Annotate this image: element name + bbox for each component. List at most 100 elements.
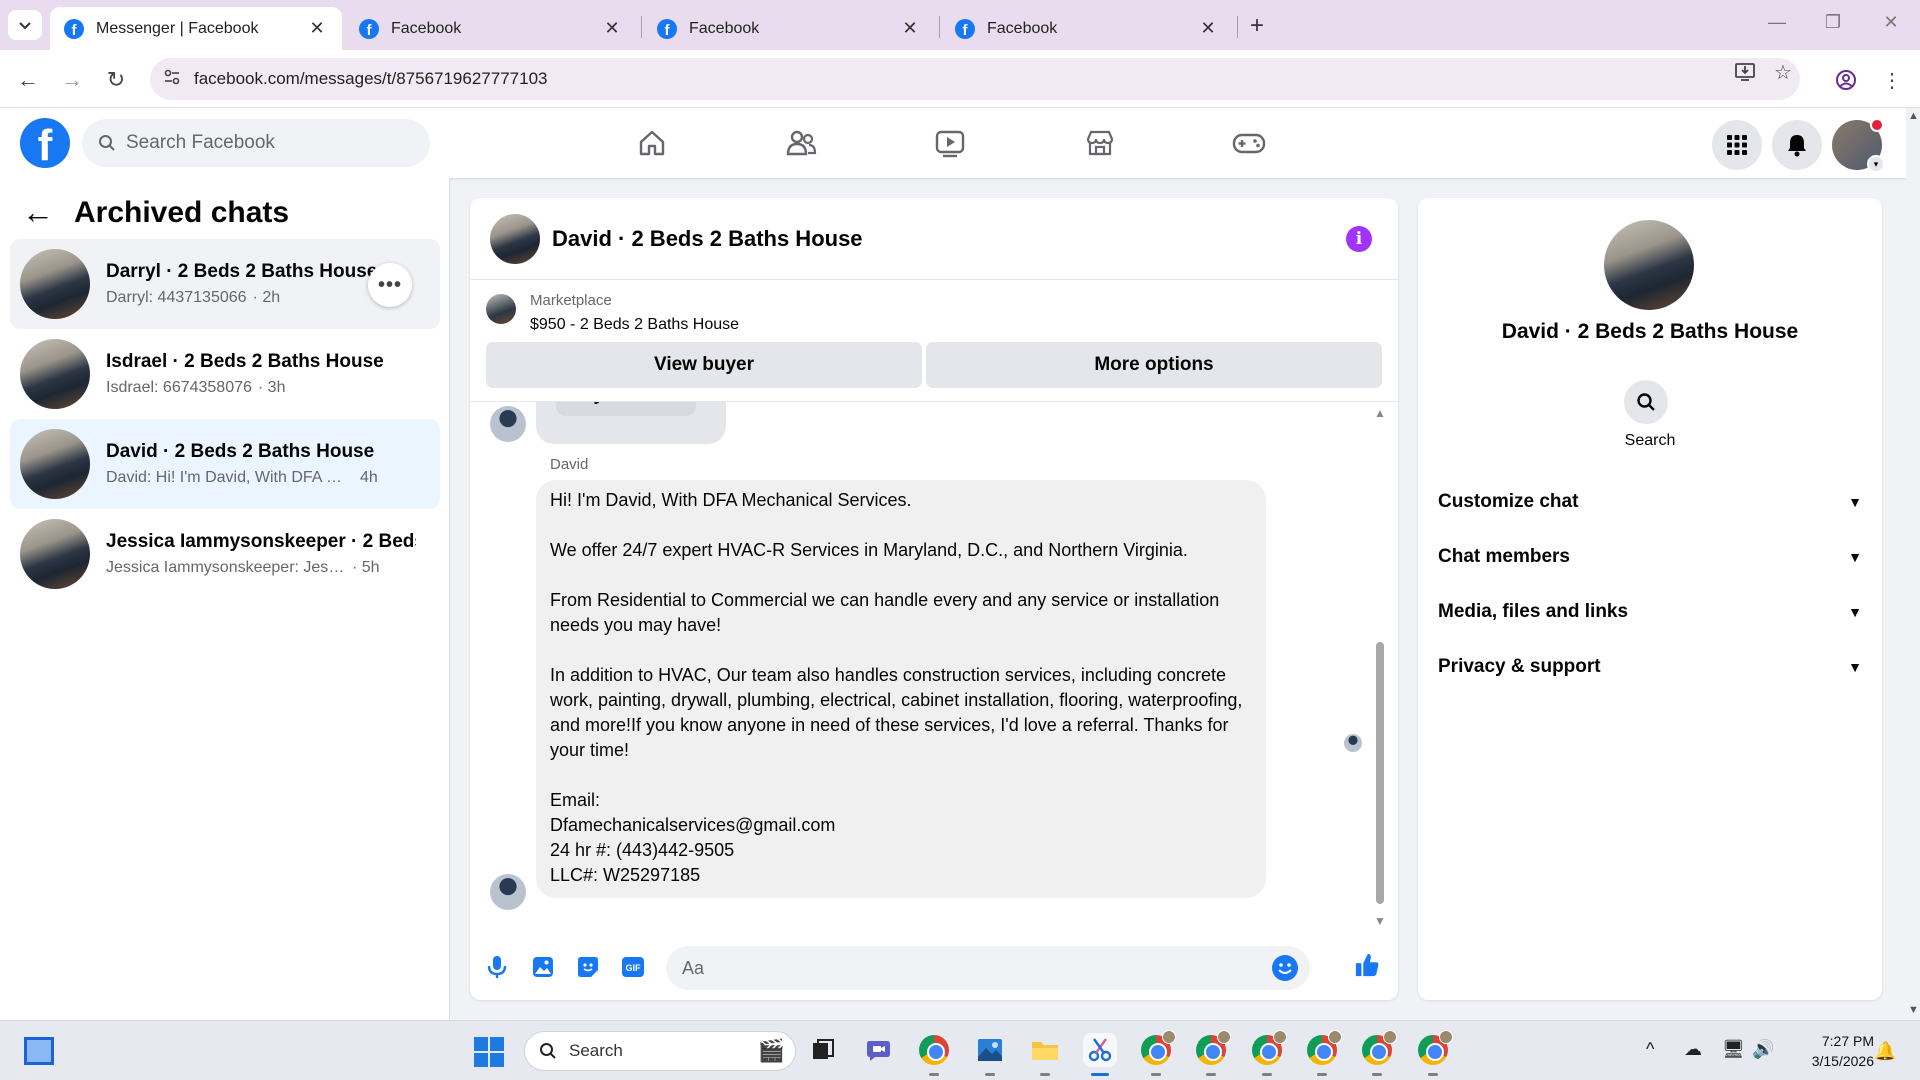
system-clock[interactable]: 7:27 PM 3/15/2026 <box>1784 1031 1874 1071</box>
volume-icon[interactable]: 🔊 <box>1752 1039 1774 1060</box>
friends-icon[interactable] <box>777 122 825 164</box>
privacy-support-section[interactable]: Privacy & support ▼ <box>1438 647 1862 687</box>
message-input[interactable]: Aa <box>666 946 1310 990</box>
start-windows-icon[interactable] <box>474 1037 504 1067</box>
conversation-avatar[interactable] <box>490 213 540 264</box>
taskbar-search-box[interactable]: Search 🎬 <box>524 1031 796 1071</box>
tab-facebook-3[interactable]: f Facebook ✕ <box>941 7 1233 50</box>
snipping-tool-icon[interactable] <box>1083 1033 1117 1076</box>
facebook-favicon-icon: f <box>359 18 379 39</box>
chrome-profile-1-icon[interactable] <box>1139 1030 1176 1076</box>
file-explorer-icon[interactable] <box>1028 1033 1062 1076</box>
chrome-profile-2-icon[interactable] <box>1194 1030 1231 1076</box>
message-scrollbar[interactable]: ▲ ▼ <box>1374 406 1386 930</box>
search-in-conversation-button[interactable] <box>1624 380 1668 424</box>
seen-indicator-avatar <box>1344 734 1362 752</box>
sticker-icon[interactable] <box>575 954 601 980</box>
video-icon[interactable] <box>926 122 974 164</box>
photos-app-icon[interactable] <box>973 1033 1007 1076</box>
home-icon[interactable] <box>628 122 676 164</box>
chat-preview: Jessica Iammysonskeeper: Jessica Ma... <box>106 559 346 576</box>
scroll-up-icon[interactable]: ▲ <box>1374 406 1386 420</box>
tab-search-button[interactable] <box>8 10 42 40</box>
chat-item-jessica[interactable]: Jessica Iammysonskeeper · 2 Beds ... Jes… <box>10 509 440 599</box>
bookmark-star-icon[interactable]: ☆ <box>1774 60 1792 85</box>
photo-icon[interactable] <box>530 954 556 980</box>
install-app-icon[interactable] <box>1734 60 1756 88</box>
marketplace-bar: Marketplace $950 - 2 Beds 2 Baths House … <box>470 280 1398 402</box>
scroll-down-icon[interactable]: ▼ <box>1374 914 1386 928</box>
facebook-search-input[interactable]: Search Facebook <box>82 119 430 167</box>
chrome-profile-5-icon[interactable] <box>1360 1030 1397 1076</box>
scroll-down-icon[interactable]: ▼ <box>1908 1004 1919 1016</box>
chat-item-darryl[interactable]: Darryl · 2 Beds 2 Baths House Darryl: 44… <box>10 239 440 329</box>
more-options-button[interactable]: More options <box>926 342 1382 388</box>
emoji-icon[interactable] <box>1272 955 1298 981</box>
page-scrollbar[interactable]: ▲ ▼ <box>1906 108 1920 1020</box>
contact-avatar[interactable] <box>1604 220 1694 310</box>
notifications-bell-icon[interactable] <box>1772 120 1822 170</box>
widgets-icon[interactable] <box>24 1037 54 1065</box>
back-arrow-icon[interactable]: ← <box>22 194 54 231</box>
view-buyer-button[interactable]: View buyer <box>486 342 922 388</box>
close-tab-icon[interactable]: ✕ <box>601 18 623 39</box>
chat-members-section[interactable]: Chat members ▼ <box>1438 537 1862 577</box>
gaming-icon[interactable] <box>1225 122 1273 164</box>
thumbs-up-icon[interactable] <box>1354 952 1380 978</box>
close-window-icon[interactable]: ✕ <box>1876 12 1906 33</box>
address-bar[interactable]: facebook.com/messages/t/8756719627777103 <box>150 58 1800 100</box>
chat-more-options-button[interactable]: ••• <box>368 263 412 307</box>
chrome-profile-6-icon[interactable] <box>1416 1030 1453 1076</box>
reload-icon[interactable]: ↻ <box>100 64 132 96</box>
info-icon[interactable]: i <box>1346 226 1372 252</box>
marketplace-icon[interactable] <box>1076 122 1124 164</box>
network-icon[interactable]: 🖥 <box>1722 1039 1745 1060</box>
tab-messenger[interactable]: f Messenger | Facebook ✕ <box>50 7 342 50</box>
task-view-icon[interactable] <box>806 1033 840 1067</box>
media-files-links-section[interactable]: Media, files and links ▼ <box>1438 592 1862 632</box>
onedrive-offline-icon[interactable]: ☁ <box>1684 1039 1702 1060</box>
back-icon[interactable]: ← <box>12 64 44 96</box>
chat-name: David · 2 Beds 2 Baths House <box>106 441 375 462</box>
scrollbar-thumb[interactable] <box>1376 642 1384 904</box>
close-tab-icon[interactable]: ✕ <box>306 18 328 39</box>
chat-item-isdrael[interactable]: Isdrael · 2 Beds 2 Baths House Isdrael: … <box>10 329 440 419</box>
browser-menu-icon[interactable]: ⋮ <box>1876 64 1908 96</box>
chrome-profile-3-icon[interactable] <box>1250 1030 1287 1076</box>
profile-icon[interactable] <box>1830 64 1862 96</box>
conversation-title[interactable]: David · 2 Beds 2 Baths House <box>552 226 863 252</box>
browser-toolbar: ← → ↻ facebook.com/messages/t/8756719627… <box>0 50 1920 108</box>
chevron-down-icon: ▼ <box>1848 494 1862 510</box>
new-tab-icon[interactable]: + <box>1243 12 1271 40</box>
tab-separator <box>641 16 642 38</box>
chat-item-david[interactable]: David · 2 Beds 2 Baths House David: Hi! … <box>10 419 440 509</box>
tab-facebook-2[interactable]: f Facebook ✕ <box>643 7 935 50</box>
chrome-profile-4-icon[interactable] <box>1305 1030 1342 1076</box>
marketplace-label: Marketplace <box>530 292 612 309</box>
notification-center-icon[interactable]: 🔔 <box>1874 1041 1896 1062</box>
minimize-icon[interactable]: — <box>1762 12 1792 33</box>
scroll-up-icon[interactable]: ▲ <box>1908 110 1919 122</box>
chrome-app-icon[interactable] <box>917 1033 951 1076</box>
show-hidden-icons-icon[interactable]: ^ <box>1646 1039 1654 1060</box>
customize-chat-section[interactable]: Customize chat ▼ <box>1438 482 1862 522</box>
facebook-favicon-icon: f <box>64 18 84 39</box>
chat-avatar <box>20 429 90 499</box>
tab-title: Messenger | Facebook <box>96 19 259 37</box>
menu-grid-icon[interactable] <box>1712 120 1762 170</box>
gif-icon[interactable]: GIF <box>620 954 646 980</box>
site-info-icon[interactable] <box>150 68 194 91</box>
microphone-icon[interactable] <box>484 954 510 980</box>
teams-meet-icon[interactable] <box>862 1033 896 1067</box>
close-tab-icon[interactable]: ✕ <box>899 18 921 39</box>
forward-icon[interactable]: → <box>56 64 88 96</box>
buyer-details-button[interactable]: Buyer details <box>556 402 696 416</box>
facebook-logo-icon[interactable]: f <box>20 118 70 168</box>
tab-facebook-1[interactable]: f Facebook ✕ <box>345 7 637 50</box>
close-tab-icon[interactable]: ✕ <box>1197 18 1219 39</box>
chevron-down-icon: ▼ <box>1848 604 1862 620</box>
listing-title[interactable]: $950 - 2 Beds 2 Baths House <box>530 316 739 334</box>
search-label: Search <box>1624 432 1676 449</box>
restore-icon[interactable]: ❐ <box>1818 12 1848 33</box>
account-avatar[interactable]: ▾ <box>1832 118 1885 173</box>
